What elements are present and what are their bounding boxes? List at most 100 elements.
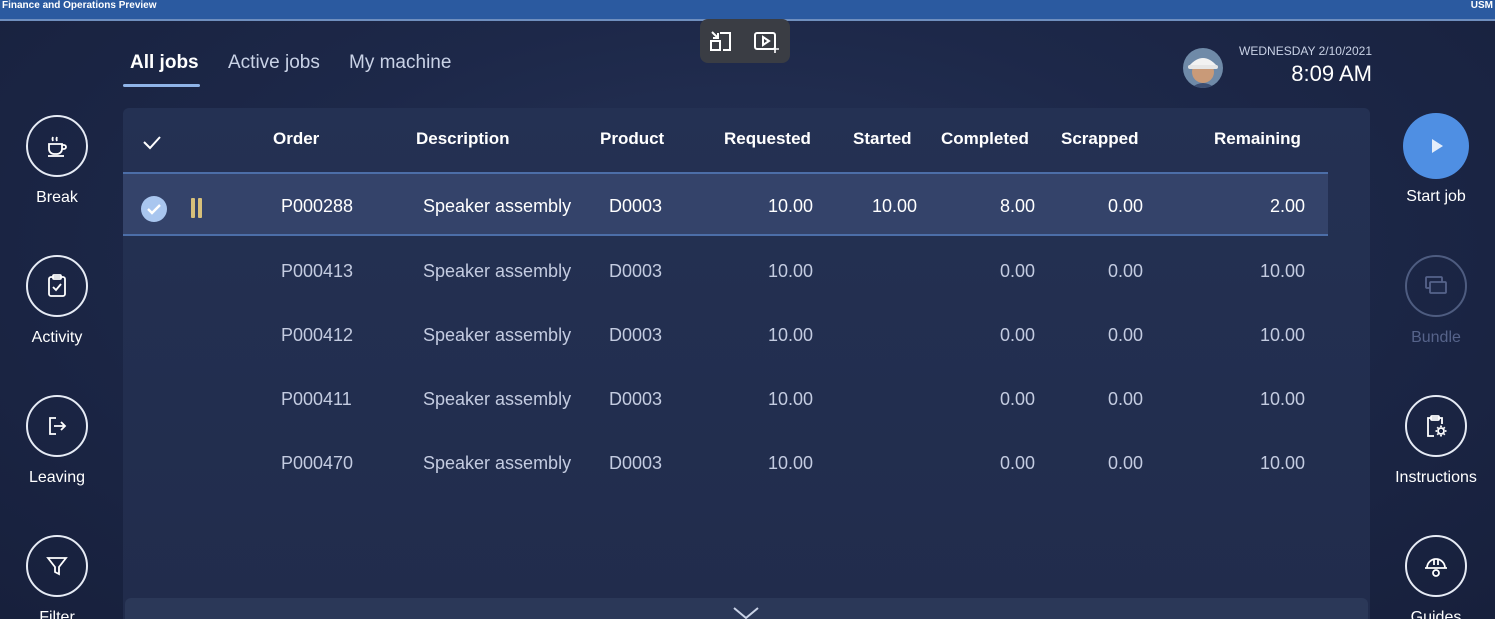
column-header-completed[interactable]: Completed — [941, 129, 1029, 149]
column-header-description[interactable]: Description — [416, 129, 510, 149]
app-title: Finance and Operations Preview — [2, 0, 157, 11]
active-tab-indicator — [123, 84, 200, 87]
cell-remaining: 10.00 — [1259, 261, 1305, 281]
cell-requested: 10.00 — [767, 325, 813, 345]
bundle-button: Bundle — [1381, 255, 1491, 347]
row-selected-check-icon[interactable] — [141, 196, 167, 222]
cell-started: 10.00 — [871, 196, 917, 216]
bundle-circle — [1405, 255, 1467, 317]
details-expander[interactable] — [125, 598, 1368, 619]
stack-icon — [1425, 276, 1447, 294]
select-all-checkmark-icon[interactable] — [140, 130, 164, 154]
leaving-circle — [26, 395, 88, 457]
tab-my-machine[interactable]: My machine — [349, 52, 451, 74]
cell-scrapped: 0.00 — [1107, 325, 1143, 345]
leaving-label: Leaving — [28, 469, 86, 486]
guides-label: Guides — [1410, 609, 1462, 619]
production-floor-app: Finance and Operations Preview USM All j… — [0, 0, 1495, 619]
tab-active-jobs[interactable]: Active jobs — [228, 52, 320, 74]
collapse-window-icon[interactable] — [707, 27, 735, 55]
cell-remaining: 10.00 — [1259, 389, 1305, 409]
activity-button[interactable]: Activity — [2, 255, 112, 347]
leaving-button[interactable]: Leaving — [2, 395, 112, 487]
start-job-circle — [1403, 113, 1469, 179]
break-button[interactable]: Break — [2, 115, 112, 207]
clipboard-gear-icon — [1427, 415, 1447, 437]
cell-order: P000413 — [281, 261, 354, 281]
cell-product: D0003 — [609, 196, 663, 216]
user-initials[interactable]: USM — [1471, 0, 1493, 12]
filter-circle — [26, 535, 88, 597]
cell-description: Speaker assembly — [423, 389, 572, 409]
table-row[interactable]: P000411 Speaker assembly D0003 10.00 0.0… — [123, 367, 1370, 431]
title-bar: Finance and Operations Preview USM — [0, 0, 1495, 21]
column-header-scrapped[interactable]: Scrapped — [1061, 129, 1138, 149]
cell-scrapped: 0.00 — [1107, 196, 1143, 216]
break-label: Break — [36, 189, 78, 206]
avatar[interactable] — [1183, 48, 1223, 88]
activity-label: Activity — [31, 329, 83, 346]
filter-button[interactable]: Filter — [2, 535, 112, 619]
cell-scrapped: 0.00 — [1107, 389, 1143, 409]
current-date: WEDNESDAY 2/10/2021 — [1239, 44, 1372, 58]
instructions-label: Instructions — [1395, 469, 1477, 486]
cell-requested: 10.00 — [767, 389, 813, 409]
grid-header: Order Description Product Requested Star… — [123, 108, 1370, 170]
sign-out-icon — [49, 417, 67, 435]
cell-completed: 0.00 — [999, 389, 1035, 409]
table-row[interactable]: P000413 Speaker assembly D0003 10.00 0.0… — [123, 239, 1370, 303]
column-header-remaining[interactable]: Remaining — [1214, 129, 1301, 149]
instructions-button[interactable]: Instructions — [1381, 395, 1491, 487]
filter-label: Filter — [39, 609, 75, 619]
clipboard-check-icon — [48, 274, 66, 297]
table-row[interactable]: P000470 Speaker assembly D0003 10.00 0.0… — [123, 431, 1370, 495]
cell-product: D0003 — [609, 325, 663, 345]
guides-circle — [1405, 535, 1467, 597]
tab-all-jobs[interactable]: All jobs — [130, 52, 199, 74]
cell-remaining: 2.00 — [1269, 196, 1305, 216]
funnel-icon — [46, 557, 68, 576]
current-time: 8:09 AM — [1291, 61, 1372, 86]
cell-order: P000411 — [281, 389, 352, 409]
chevron-down-icon[interactable] — [732, 606, 760, 619]
start-job-label: Start job — [1406, 188, 1466, 205]
cell-completed: 0.00 — [999, 325, 1035, 345]
cell-product: D0003 — [609, 261, 663, 281]
cell-product: D0003 — [609, 389, 663, 409]
cell-completed: 0.00 — [999, 453, 1035, 473]
column-header-started[interactable]: Started — [853, 129, 912, 149]
cell-requested: 10.00 — [767, 453, 813, 473]
cell-requested: 10.00 — [767, 196, 813, 216]
activity-circle — [26, 255, 88, 317]
table-row[interactable]: P000288 Speaker assembly D0003 10.00 10.… — [123, 172, 1328, 236]
bundle-label: Bundle — [1411, 329, 1461, 346]
cell-completed: 8.00 — [999, 196, 1035, 216]
cell-completed: 0.00 — [999, 261, 1035, 281]
paused-status-icon — [189, 198, 203, 218]
jobs-grid: Order Description Product Requested Star… — [123, 108, 1370, 619]
cell-remaining: 10.00 — [1259, 453, 1305, 473]
guides-button[interactable]: Guides — [1381, 535, 1491, 619]
column-header-product[interactable]: Product — [600, 129, 664, 149]
column-header-order[interactable]: Order — [273, 129, 319, 149]
cell-order: P000288 — [281, 196, 354, 216]
video-sparkle-icon[interactable] — [752, 27, 780, 55]
cell-requested: 10.00 — [767, 261, 813, 281]
column-header-requested[interactable]: Requested — [724, 129, 811, 149]
coffee-cup-icon — [48, 136, 67, 157]
cell-description: Speaker assembly — [423, 453, 572, 473]
cell-scrapped: 0.00 — [1107, 453, 1143, 473]
instructions-circle — [1405, 395, 1467, 457]
play-icon — [1432, 139, 1443, 153]
cell-description: Speaker assembly — [423, 325, 572, 345]
cell-description: Speaker assembly — [423, 261, 572, 281]
cell-order: P000412 — [281, 325, 354, 345]
video-controls — [700, 19, 790, 63]
table-row[interactable]: P000412 Speaker assembly D0003 10.00 0.0… — [123, 303, 1370, 367]
break-circle — [26, 115, 88, 177]
cell-product: D0003 — [609, 453, 663, 473]
cell-remaining: 10.00 — [1259, 325, 1305, 345]
cell-description: Speaker assembly — [423, 196, 572, 216]
start-job-button[interactable]: Start job — [1381, 113, 1491, 206]
hardhat-icon — [1425, 558, 1447, 577]
